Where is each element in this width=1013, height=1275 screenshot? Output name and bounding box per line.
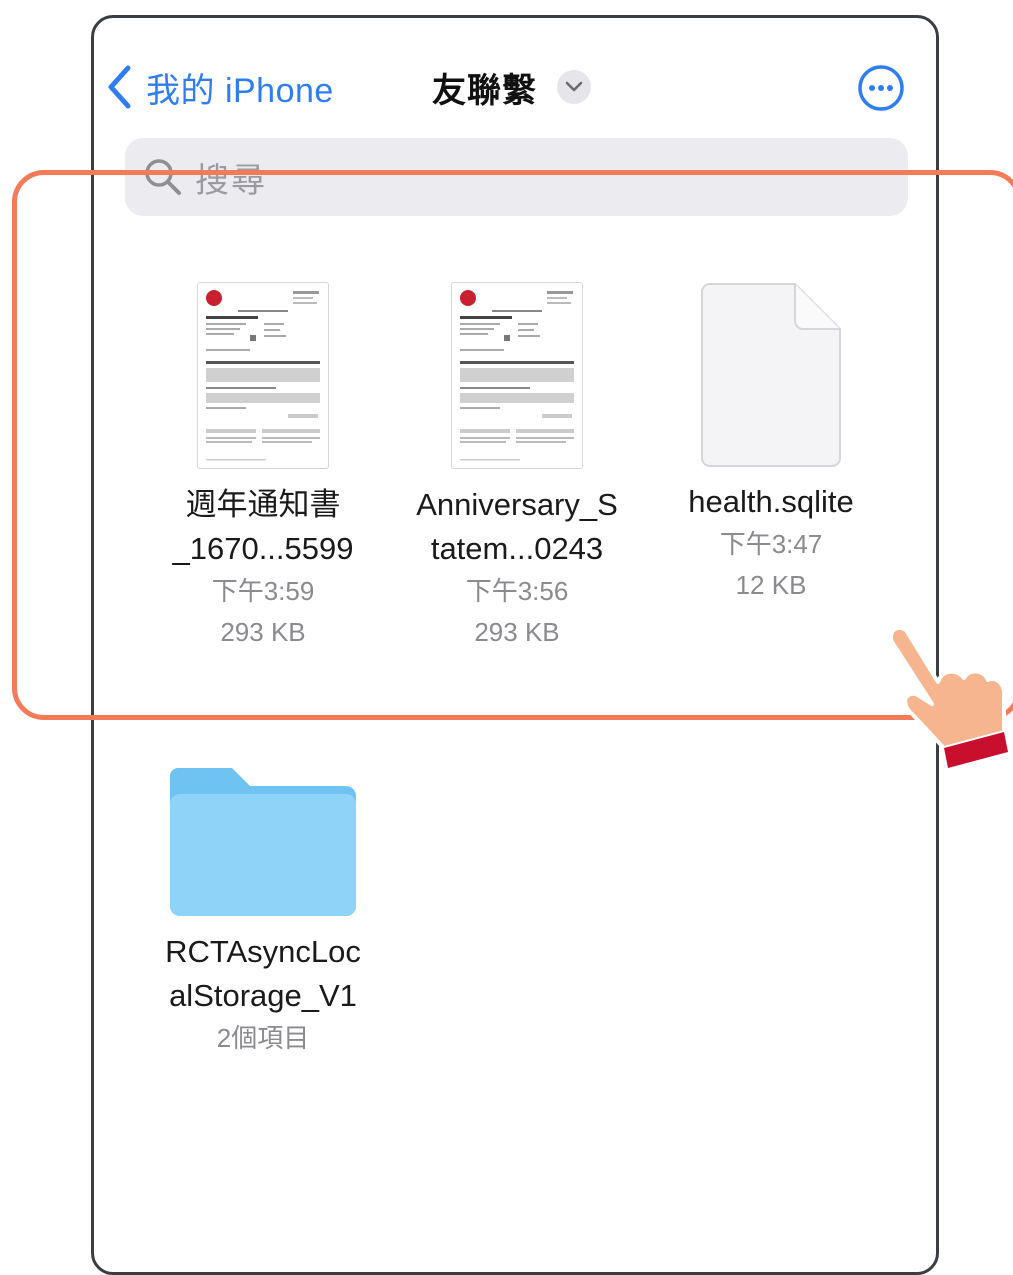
- file-time: 下午3:59: [211, 576, 315, 606]
- page-title: 友聯繫: [432, 71, 537, 110]
- chevron-down-icon: [557, 70, 591, 104]
- folder-name: RCTAsyncLoc alStorage_V1: [143, 930, 383, 1018]
- folder-title-menu[interactable]: 友聯繫: [432, 62, 591, 112]
- file-item[interactable]: health.sqlite 下午3:47 12 KB: [651, 282, 891, 606]
- file-size: 293 KB: [474, 617, 560, 647]
- more-options-button[interactable]: [857, 64, 905, 117]
- file-name: health.sqlite: [688, 484, 854, 519]
- document-thumbnail: [197, 282, 329, 469]
- blank-document-icon: [701, 283, 841, 467]
- file-time: 下午3:47: [719, 529, 823, 559]
- folder-icon: [170, 768, 356, 916]
- file-name: Anniversary_S tatem...0243: [397, 483, 637, 571]
- back-button-label: 我的 iPhone: [146, 71, 334, 110]
- file-item[interactable]: Anniversary_S tatem...0243 下午3:56 293 KB: [397, 282, 637, 653]
- file-name-line2: tatem...0243: [430, 531, 604, 566]
- search-bar[interactable]: 搜尋: [125, 138, 908, 216]
- chevron-left-icon: [108, 65, 131, 109]
- file-size: 12 KB: [735, 570, 807, 600]
- ellipsis-circle-icon: [858, 65, 904, 111]
- folder-name-line1: RCTAsyncLoc: [165, 934, 361, 969]
- file-time: 下午3:56: [465, 576, 569, 606]
- search-input: 搜尋: [195, 161, 267, 200]
- file-name: 週年通知書 _1670...5599: [143, 483, 383, 571]
- file-name-line1: Anniversary_S: [416, 487, 618, 522]
- file-size: 293 KB: [220, 617, 306, 647]
- pointing-hand-icon: [880, 620, 1010, 775]
- file-item[interactable]: 週年通知書 _1670...5599 下午3:59 293 KB: [143, 282, 383, 653]
- folder-item[interactable]: RCTAsyncLoc alStorage_V1 2個項目: [143, 768, 383, 1059]
- file-name-line2: _1670...5599: [172, 531, 354, 566]
- folder-name-line2: alStorage_V1: [169, 978, 357, 1013]
- document-thumbnail: [451, 282, 583, 469]
- folder-item-count: 2個項目: [216, 1023, 310, 1053]
- search-icon: [145, 159, 181, 195]
- back-button[interactable]: 我的 iPhone: [106, 62, 334, 112]
- file-name-line1: 週年通知書: [185, 487, 341, 522]
